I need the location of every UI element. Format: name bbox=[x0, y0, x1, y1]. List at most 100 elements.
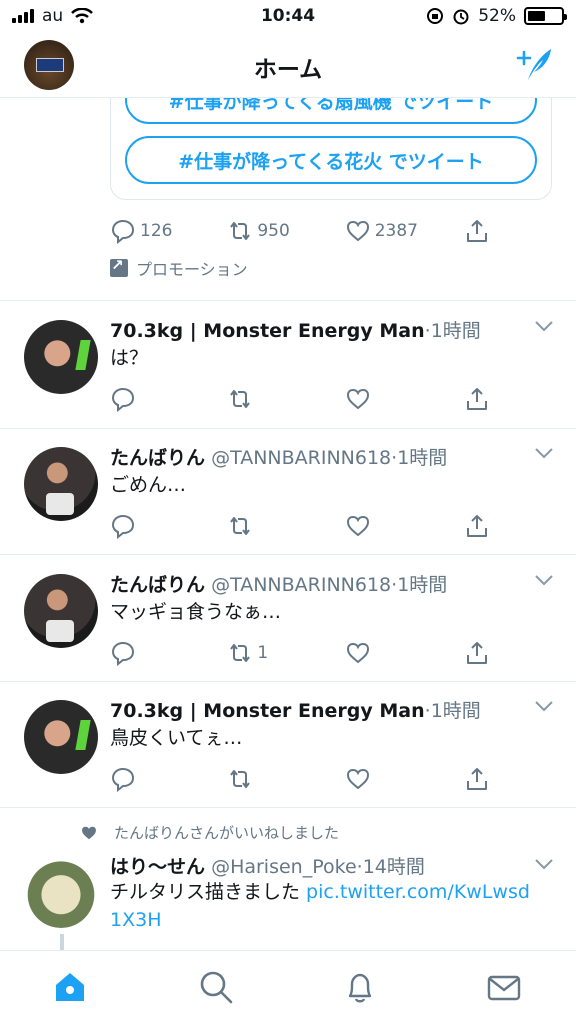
alarm-icon bbox=[453, 9, 469, 25]
avatar[interactable] bbox=[24, 700, 98, 774]
orientation-lock-icon bbox=[427, 8, 444, 24]
retweet-button[interactable] bbox=[227, 766, 344, 792]
retweet-count: 1 bbox=[257, 643, 269, 663]
divider bbox=[0, 300, 576, 301]
status-bar: au 10:44 52% bbox=[0, 0, 576, 36]
retweet-count: 950 bbox=[257, 221, 290, 241]
search-icon[interactable] bbox=[198, 969, 234, 1005]
chevron-down-icon[interactable] bbox=[534, 700, 554, 712]
retweet-button[interactable] bbox=[227, 513, 344, 539]
home-icon[interactable] bbox=[52, 969, 88, 1005]
chevron-down-icon[interactable] bbox=[534, 574, 554, 586]
reply-button[interactable] bbox=[110, 766, 227, 792]
heart-icon bbox=[346, 515, 369, 537]
reply-button[interactable] bbox=[110, 386, 227, 412]
tweet-action-row bbox=[110, 511, 490, 541]
tweet-header: はり〜せん @Harisen_Poke·14時間 bbox=[110, 852, 516, 879]
thread-line bbox=[60, 934, 64, 950]
promoted-icon bbox=[110, 256, 128, 277]
notifications-icon[interactable] bbox=[342, 969, 378, 1005]
username[interactable]: @Harisen_Poke bbox=[211, 856, 357, 878]
heart-icon bbox=[346, 642, 369, 664]
tweet-action-row: 1 bbox=[110, 638, 490, 668]
reply-button[interactable]: 126 bbox=[110, 218, 227, 244]
battery-icon bbox=[524, 7, 567, 25]
promo-hashtag-button-2[interactable]: #仕事が降ってくる花火 でツイート bbox=[125, 136, 537, 184]
divider bbox=[0, 428, 576, 429]
tweet-text: 鳥皮くいてぇ… bbox=[110, 727, 243, 749]
display-name[interactable]: たんばりん bbox=[110, 574, 205, 596]
share-icon bbox=[467, 388, 488, 410]
messages-icon[interactable] bbox=[486, 969, 522, 1005]
retweet-icon bbox=[230, 390, 251, 408]
like-button[interactable] bbox=[345, 766, 464, 792]
like-button[interactable]: 2387 bbox=[345, 218, 464, 244]
reply-icon bbox=[111, 387, 135, 412]
heart-icon bbox=[346, 220, 369, 242]
display-name[interactable]: 70.3kg | Monster Energy Man bbox=[110, 320, 425, 342]
reply-icon bbox=[111, 641, 135, 666]
promoted-text: プロモーション bbox=[136, 260, 248, 279]
avatar[interactable] bbox=[24, 574, 98, 648]
reply-count: 126 bbox=[140, 221, 173, 241]
compose-icon[interactable] bbox=[514, 44, 554, 84]
like-button[interactable] bbox=[345, 513, 464, 539]
tweet-text: は？ bbox=[110, 347, 149, 369]
like-button[interactable] bbox=[345, 640, 464, 666]
chevron-down-icon[interactable] bbox=[534, 447, 554, 459]
timestamp: ·14時間 bbox=[356, 856, 425, 878]
share-icon bbox=[467, 515, 488, 537]
chevron-down-icon[interactable] bbox=[534, 858, 554, 870]
tweet-text: チルタリス描きました pic.twitter.com/KwLwsd1X3H bbox=[110, 881, 530, 931]
display-name[interactable]: たんばりん bbox=[110, 447, 205, 469]
username[interactable]: @TANNBARINN618 bbox=[211, 447, 391, 469]
display-name[interactable]: はり〜せん bbox=[110, 856, 205, 878]
tweet-header: たんばりん @TANNBARINN618·1時間 bbox=[110, 570, 516, 597]
heart-filled-icon bbox=[82, 826, 96, 839]
share-icon bbox=[467, 768, 488, 790]
social-context-text: たんばりんさんがいいねしました bbox=[114, 824, 340, 842]
like-button[interactable] bbox=[345, 386, 464, 412]
display-name[interactable]: 70.3kg | Monster Energy Man bbox=[110, 700, 425, 722]
tweet-header: 70.3kg | Monster Energy Man·1時間 bbox=[110, 696, 516, 723]
liked-tweet[interactable]: たんばりんさんがいいねしました はり〜せん @Harisen_Poke·14時間… bbox=[0, 822, 576, 950]
tweet-action-row bbox=[110, 384, 490, 414]
retweet-icon bbox=[230, 770, 251, 788]
timestamp: ·1時間 bbox=[391, 574, 448, 596]
chevron-down-icon[interactable] bbox=[534, 320, 554, 332]
reply-icon bbox=[111, 767, 135, 792]
like-count: 2387 bbox=[374, 221, 418, 241]
share-button[interactable] bbox=[464, 218, 490, 244]
promoted-label: プロモーション bbox=[110, 256, 248, 280]
tweet-text: マッギョ食うなぁ… bbox=[110, 601, 282, 623]
share-icon bbox=[467, 642, 488, 664]
avatar[interactable] bbox=[24, 320, 98, 394]
share-button[interactable] bbox=[464, 766, 490, 792]
retweet-icon bbox=[230, 222, 251, 240]
page-title: ホーム bbox=[253, 57, 323, 83]
avatar[interactable] bbox=[24, 854, 98, 928]
retweet-button[interactable]: 1 bbox=[227, 640, 344, 666]
username[interactable]: @TANNBARINN618 bbox=[211, 574, 391, 596]
reply-button[interactable] bbox=[110, 640, 227, 666]
tweet-header: 70.3kg | Monster Energy Man·1時間 bbox=[110, 316, 516, 343]
divider bbox=[0, 681, 576, 682]
reply-button[interactable] bbox=[110, 513, 227, 539]
tab-bar bbox=[0, 950, 576, 1024]
timestamp: ·1時間 bbox=[424, 700, 481, 722]
promo-action-row: 126 950 2387 bbox=[110, 216, 490, 246]
timestamp: ·1時間 bbox=[424, 320, 481, 342]
retweet-button[interactable] bbox=[227, 386, 344, 412]
share-button[interactable] bbox=[464, 513, 490, 539]
heart-icon bbox=[346, 388, 369, 410]
reply-icon bbox=[111, 219, 135, 244]
avatar[interactable] bbox=[24, 447, 98, 521]
reply-icon bbox=[111, 514, 135, 539]
retweet-button[interactable]: 950 bbox=[227, 218, 344, 244]
divider bbox=[0, 807, 576, 808]
share-button[interactable] bbox=[464, 640, 490, 666]
share-button[interactable] bbox=[464, 386, 490, 412]
tweet-text: ごめん… bbox=[110, 474, 187, 496]
social-context: たんばりんさんがいいねしました bbox=[80, 822, 339, 843]
share-icon bbox=[467, 220, 488, 242]
